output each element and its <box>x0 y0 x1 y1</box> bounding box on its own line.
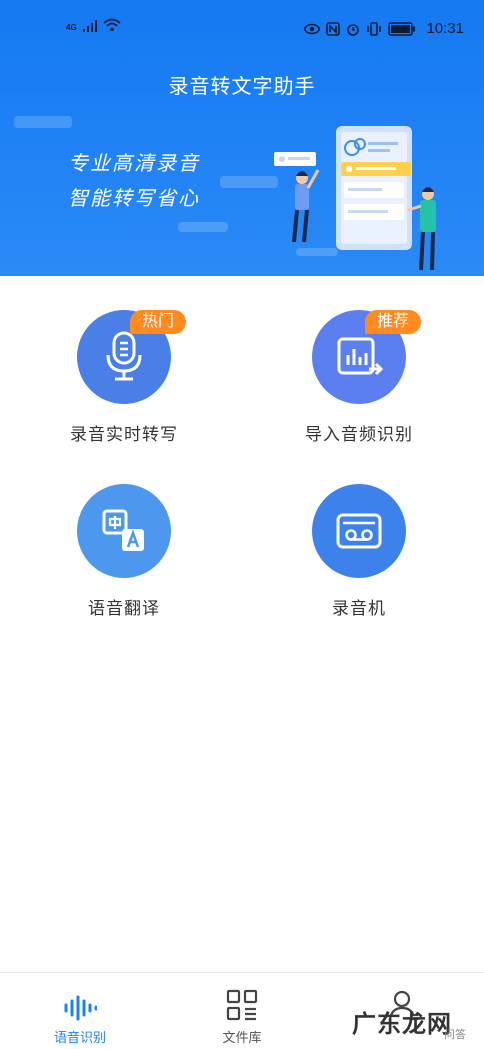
tab-speech-recognition[interactable]: 语音识别 <box>20 973 140 1049</box>
eye-icon <box>304 23 321 34</box>
nfc-icon <box>326 21 341 36</box>
banner-decoration <box>178 222 228 232</box>
wifi-icon <box>103 18 121 32</box>
feature-recorder[interactable]: 录音机 <box>259 484 459 619</box>
slogan-line-2: 智能转写省心 <box>68 188 200 210</box>
status-bar: 4G 10:31 <box>0 0 484 60</box>
battery-icon <box>388 21 416 36</box>
feature-label: 录音实时转写 <box>70 425 178 444</box>
feature-label: 语音翻译 <box>88 599 160 618</box>
recorder-icon <box>336 513 382 549</box>
watermark-subtext: 问答 <box>444 1029 466 1041</box>
feature-icon-circle[interactable] <box>77 484 171 578</box>
tab-label: 文件库 <box>222 1030 262 1045</box>
feature-icon-circle[interactable] <box>312 484 406 578</box>
header-banner: 4G 10:31 录音转文字助手 专业高清录音 智能转写省心 <box>0 0 484 276</box>
signal-icon <box>82 20 97 32</box>
clock: 10:31 <box>426 20 464 37</box>
app-title: 录音转文字助手 <box>168 76 316 98</box>
microphone-icon <box>106 331 142 381</box>
banner-illustration <box>274 126 436 271</box>
network-type: 4G <box>66 23 77 32</box>
alarm-icon <box>347 23 360 36</box>
watermark-text: 广东龙网 <box>352 1011 452 1038</box>
translate-icon <box>102 509 144 551</box>
tab-label: 语音识别 <box>53 1030 106 1045</box>
vibrate-icon <box>367 21 382 36</box>
audio-import-icon <box>337 337 383 376</box>
feature-label: 录音机 <box>332 599 386 618</box>
feature-import-audio[interactable]: 推荐 导入音频识别 <box>259 310 459 445</box>
feature-realtime-transcribe[interactable]: 热门 录音实时转写 <box>24 310 224 445</box>
feature-label: 导入音频识别 <box>305 425 413 444</box>
slogan-line-1: 专业高清录音 <box>68 153 200 175</box>
feature-voice-translate[interactable]: 语音翻译 <box>24 484 224 619</box>
file-library-icon <box>226 989 258 1021</box>
waveform-icon <box>64 995 97 1021</box>
tab-file-library[interactable]: 文件库 <box>182 973 302 1049</box>
banner-decoration <box>14 116 72 128</box>
hot-badge: 热门 <box>130 310 187 334</box>
recommend-badge: 推荐 <box>365 310 422 334</box>
